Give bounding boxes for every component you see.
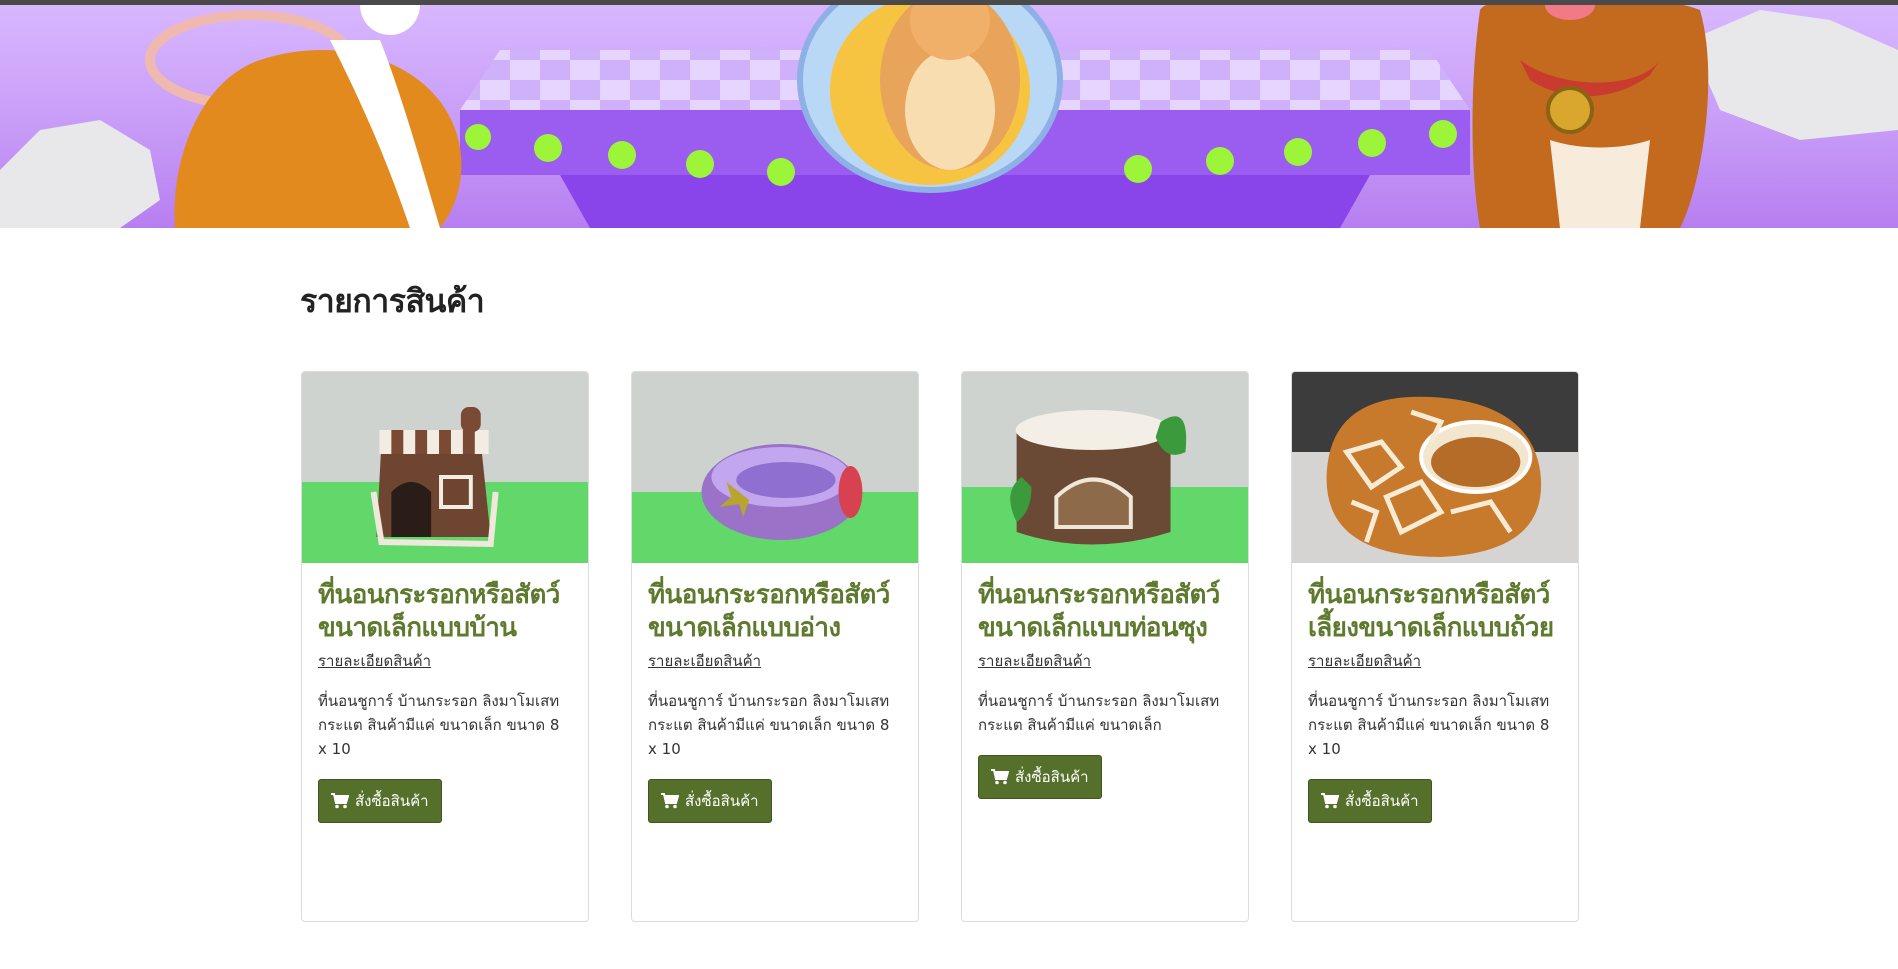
order-button[interactable]: สั่งซื้อสินค้า	[1308, 779, 1432, 823]
product-title: ที่นอนกระรอกหรือสัตว์ขนาดเล็กแบบอ่าง	[648, 580, 890, 643]
shopping-cart-icon	[1321, 793, 1339, 809]
product-description: ที่นอนชูการ์ บ้านกระรอก ลิงมาโมเสท กระแต…	[978, 692, 1220, 734]
product-card: ที่นอนกระรอกหรือสัตว์เลี้ยงขนาดเล็กแบบถ้…	[1291, 371, 1579, 922]
product-description: ที่นอนชูการ์ บ้านกระรอก ลิงมาโมเสท กระแต…	[1308, 692, 1550, 758]
product-detail-link[interactable]: รายละเอียดสินค้า	[1308, 649, 1421, 673]
product-card: ที่นอนกระรอกหรือสัตว์ขนาดเล็กแบบอ่าง ราย…	[631, 371, 919, 922]
top-border	[0, 0, 1898, 5]
shopping-cart-icon	[991, 769, 1009, 785]
product-title: ที่นอนกระรอกหรือสัตว์ขนาดเล็กแบบท่อนซุง	[978, 580, 1220, 643]
product-card: ที่นอนกระรอกหรือสัตว์ขนาดเล็กแบบบ้าน ราย…	[301, 371, 589, 922]
product-description: ที่นอนชูการ์ บ้านกระรอก ลิงมาโมเสท กระแต…	[318, 692, 560, 758]
product-card: ที่นอนกระรอกหรือสัตว์ขนาดเล็กแบบท่อนซุง …	[961, 371, 1249, 922]
order-button[interactable]: สั่งซื้อสินค้า	[648, 779, 772, 823]
header-banner	[0, 0, 1898, 228]
order-button[interactable]: สั่งซื้อสินค้า	[318, 779, 442, 823]
product-image[interactable]	[632, 372, 918, 563]
order-button-label: สั่งซื้อสินค้า	[685, 792, 759, 810]
order-button-label: สั่งซื้อสินค้า	[1345, 792, 1419, 810]
product-image[interactable]	[302, 372, 588, 563]
shopping-cart-icon	[661, 793, 679, 809]
product-image[interactable]	[962, 372, 1248, 563]
order-button-label: สั่งซื้อสินค้า	[1015, 768, 1089, 786]
shopping-cart-icon	[331, 793, 349, 809]
page-title: รายการสินค้า	[300, 282, 485, 320]
product-detail-link[interactable]: รายละเอียดสินค้า	[318, 649, 431, 673]
order-button-label: สั่งซื้อสินค้า	[355, 792, 429, 810]
order-button[interactable]: สั่งซื้อสินค้า	[978, 755, 1102, 799]
product-detail-link[interactable]: รายละเอียดสินค้า	[978, 649, 1091, 673]
product-title: ที่นอนกระรอกหรือสัตว์ขนาดเล็กแบบบ้าน	[318, 580, 560, 643]
product-title: ที่นอนกระรอกหรือสัตว์เลี้ยงขนาดเล็กแบบถ้…	[1308, 580, 1554, 643]
product-image[interactable]	[1292, 372, 1578, 563]
product-description: ที่นอนชูการ์ บ้านกระรอก ลิงมาโมเสท กระแต…	[648, 692, 890, 758]
product-detail-link[interactable]: รายละเอียดสินค้า	[648, 649, 761, 673]
